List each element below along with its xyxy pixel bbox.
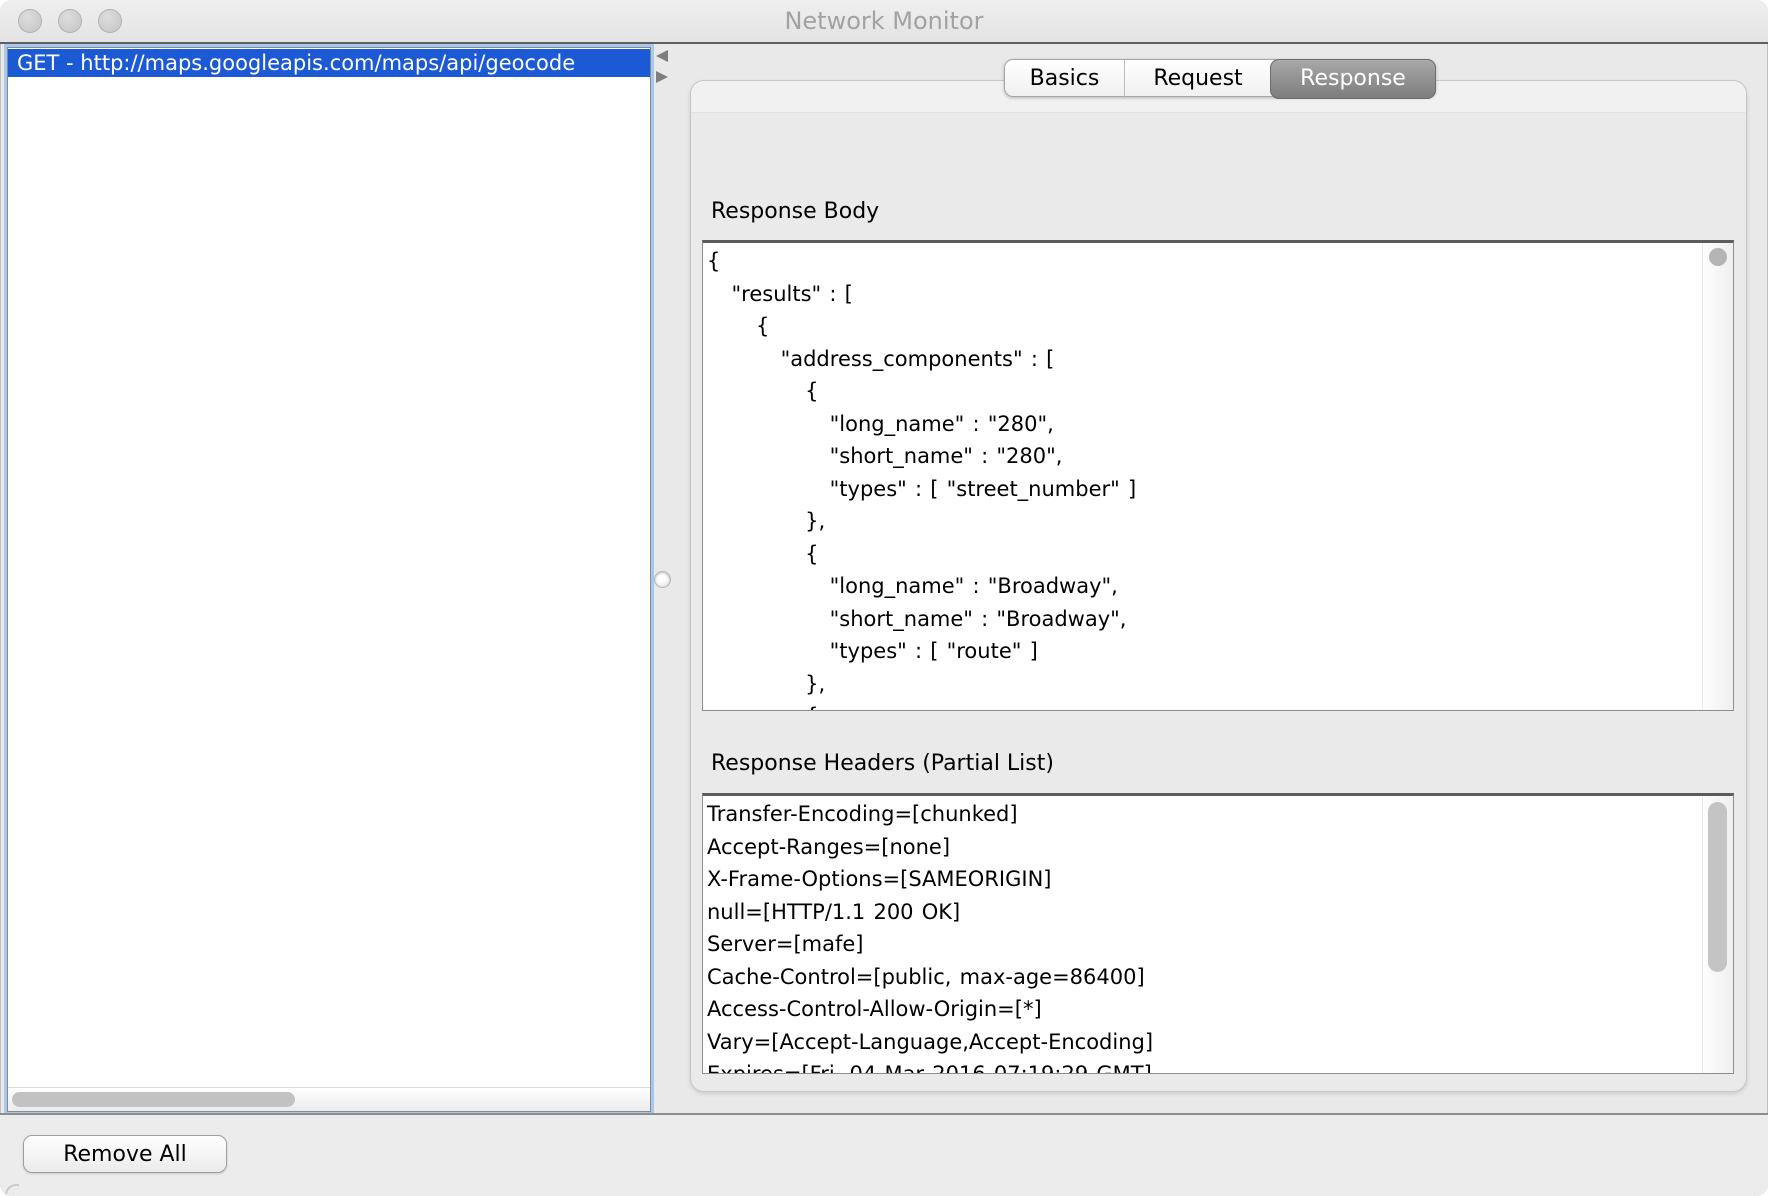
tab-response[interactable]: Response: [1270, 59, 1436, 99]
response-body-area[interactable]: { "results" : [ { "address_components" :…: [702, 240, 1734, 711]
zoom-window-button[interactable]: [98, 9, 122, 33]
remove-all-button[interactable]: Remove All: [23, 1135, 227, 1173]
tab-basics[interactable]: Basics: [1005, 60, 1125, 98]
request-list-item-selected[interactable]: GET - http://maps.googleapis.com/maps/ap…: [8, 49, 650, 77]
headers-vertical-scrollbar[interactable]: [1702, 796, 1733, 1073]
window-controls: [18, 9, 122, 33]
headers-scrollbar-thumb[interactable]: [1708, 802, 1727, 972]
tab-request[interactable]: Request: [1125, 60, 1271, 98]
response-headers-label: Response Headers (Partial List): [711, 751, 1054, 776]
response-body-label: Response Body: [711, 199, 879, 224]
minimize-window-button[interactable]: [58, 9, 82, 33]
detail-tabs: Basics Request Response: [1004, 59, 1436, 97]
titlebar-separator: [0, 42, 1768, 44]
response-headers-area[interactable]: Transfer-Encoding=[chunked] Accept-Range…: [702, 793, 1734, 1074]
splitter-expand-right-arrow-icon[interactable]: [656, 71, 668, 83]
response-headers-text: Transfer-Encoding=[chunked] Accept-Range…: [703, 796, 1733, 1074]
titlebar: Network Monitor: [0, 0, 1768, 42]
network-monitor-window: Network Monitor GET - http://maps.google…: [0, 0, 1768, 1196]
close-window-button[interactable]: [18, 9, 42, 33]
body-scrollbar-thumb[interactable]: [1709, 248, 1727, 266]
horizontal-scrollbar[interactable]: [8, 1087, 650, 1111]
request-list-panel[interactable]: GET - http://maps.googleapis.com/maps/ap…: [7, 47, 651, 1112]
body-vertical-scrollbar[interactable]: [1702, 243, 1733, 710]
response-body-text: { "results" : [ { "address_components" :…: [703, 243, 1733, 711]
splitter-collapse-left-arrow-icon[interactable]: [656, 50, 668, 62]
footer-bar: [0, 1115, 1768, 1196]
horizontal-scrollbar-thumb[interactable]: [12, 1092, 295, 1107]
splitter-drag-knob[interactable]: [654, 571, 671, 588]
window-title: Network Monitor: [784, 7, 983, 35]
